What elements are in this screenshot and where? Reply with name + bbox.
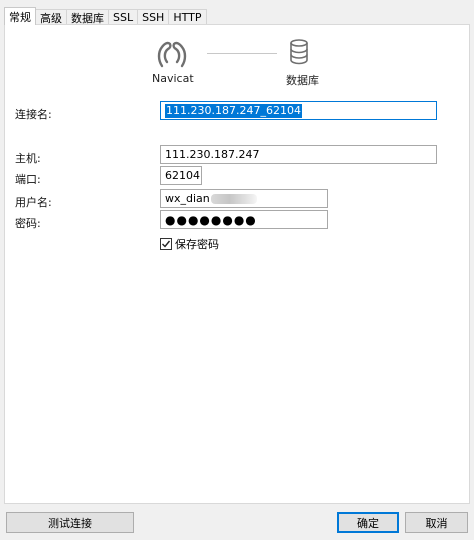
save-password-checkbox[interactable] bbox=[160, 238, 172, 250]
connection-name-label: 连接名: bbox=[15, 108, 52, 121]
password-label: 密码: bbox=[15, 217, 41, 230]
tab-http-label: HTTP bbox=[173, 11, 202, 24]
port-value: 62104 bbox=[165, 169, 200, 182]
tab-databases[interactable]: 数据库 bbox=[66, 9, 109, 25]
test-connection-label: 测试连接 bbox=[48, 516, 92, 530]
password-value: ●●●●●●●● bbox=[165, 212, 257, 227]
test-connection-button[interactable]: 测试连接 bbox=[6, 512, 134, 533]
client-label: Navicat bbox=[152, 72, 194, 85]
save-password-label: 保存密码 bbox=[175, 238, 219, 251]
tab-general-label: 常规 bbox=[9, 10, 31, 24]
connection-name-input[interactable]: 111.230.187.247_62104 bbox=[160, 101, 437, 120]
connection-name-value: 111.230.187.247_62104 bbox=[165, 103, 302, 118]
general-panel bbox=[4, 24, 470, 504]
username-input[interactable]: wx_dian bbox=[160, 189, 328, 208]
connection-line bbox=[207, 53, 277, 54]
ok-button[interactable]: 确定 bbox=[337, 512, 399, 533]
port-input[interactable]: 62104 bbox=[160, 166, 202, 185]
tab-ssh-label: SSH bbox=[142, 11, 165, 24]
navicat-logo-icon bbox=[157, 41, 187, 68]
cancel-button[interactable]: 取消 bbox=[405, 512, 468, 533]
server-label: 数据库 bbox=[286, 74, 319, 87]
tab-advanced[interactable]: 高级 bbox=[35, 9, 67, 25]
tab-ssl-label: SSL bbox=[113, 11, 134, 24]
host-input[interactable]: 111.230.187.247 bbox=[160, 145, 437, 164]
username-value: wx_dian bbox=[165, 192, 210, 205]
port-label: 端口: bbox=[15, 173, 41, 186]
tab-ssl[interactable]: SSL bbox=[108, 9, 139, 25]
save-password-option[interactable]: 保存密码 bbox=[160, 236, 219, 252]
tab-ssh[interactable]: SSH bbox=[137, 9, 170, 25]
checkmark-icon bbox=[162, 240, 171, 248]
redacted-text bbox=[210, 193, 257, 204]
cancel-label: 取消 bbox=[425, 516, 448, 530]
host-label: 主机: bbox=[15, 152, 41, 165]
tab-http[interactable]: HTTP bbox=[168, 9, 207, 25]
username-label: 用户名: bbox=[15, 196, 52, 209]
tab-bar: 常规 高级 数据库 SSL SSH HTTP bbox=[4, 7, 207, 25]
password-input[interactable]: ●●●●●●●● bbox=[160, 210, 328, 229]
ok-label: 确定 bbox=[357, 516, 379, 530]
tab-general[interactable]: 常规 bbox=[4, 7, 36, 25]
host-value: 111.230.187.247 bbox=[165, 148, 260, 161]
database-icon bbox=[290, 39, 308, 65]
